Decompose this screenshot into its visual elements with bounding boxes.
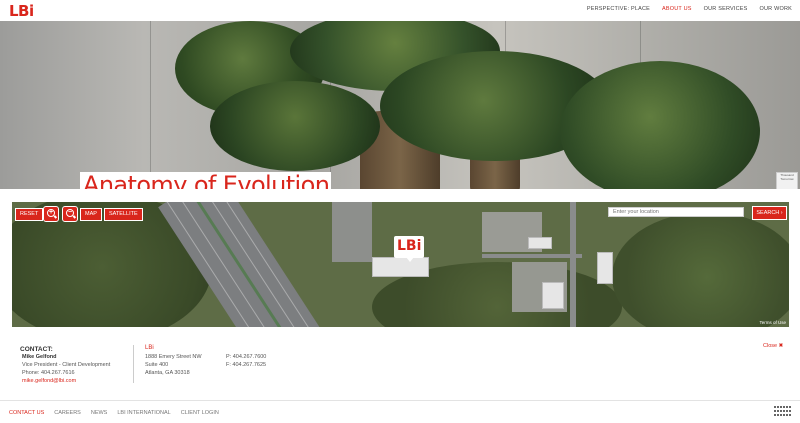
lbi-map-marker[interactable]: LBi — [394, 236, 424, 262]
satellite-view-button[interactable]: SATELLITE — [104, 208, 143, 221]
contact-divider — [133, 345, 134, 383]
nav-about-us[interactable]: ABOUT US — [662, 6, 692, 12]
address-line-2: Suite 400 — [145, 362, 169, 368]
search-button[interactable]: SEARCH › — [752, 206, 787, 220]
nav-our-work[interactable]: OUR WORK — [760, 6, 792, 12]
terms-of-use-link[interactable]: Terms of Use — [759, 320, 786, 325]
map-view-button[interactable]: MAP — [80, 208, 102, 221]
company-label: LBi — [145, 345, 154, 351]
satellite-map[interactable]: RESET + − MAP SATELLITE SEARCH › LBi Ter… — [12, 202, 789, 327]
site-header: LBi PERSPECTIVE: PLACE ABOUT US OUR SERV… — [0, 0, 800, 21]
hero-badge[interactable]: Thousand Tomorrow — [776, 172, 798, 189]
address-line-1: 1888 Emery Street NW — [145, 354, 202, 360]
reset-button[interactable]: RESET — [15, 208, 44, 221]
contact-phone: Phone: 404.267.7616 — [22, 370, 75, 376]
contact-title: Vice President - Client Development — [22, 362, 111, 368]
zoom-out-button[interactable]: − — [62, 206, 78, 222]
office-fax: F: 404.267.7625 — [226, 362, 267, 368]
footer-lbi-international[interactable]: LBI INTERNATIONAL — [117, 410, 170, 416]
nav-our-services[interactable]: OUR SERVICES — [704, 6, 748, 12]
footer-divider — [0, 400, 800, 401]
hero-title-box: Anatomy of Evolution — [80, 172, 331, 189]
contact-heading: CONTACT: — [20, 346, 53, 353]
location-search-input[interactable] — [608, 207, 744, 217]
contact-email-link[interactable]: mike.gelfond@lbi.com — [22, 378, 76, 384]
hero-image: Anatomy of Evolution Thousand Tomorrow — [0, 21, 800, 189]
contact-name: Mike Gelfond — [22, 354, 57, 360]
address-line-3: Atlanta, GA 30318 — [145, 370, 190, 376]
zoom-in-button[interactable]: + — [43, 206, 59, 222]
nav-perspective-place[interactable]: PERSPECTIVE: PLACE — [587, 6, 650, 12]
hero-title: Anatomy of Evolution — [83, 172, 330, 189]
footer-news[interactable]: NEWS — [91, 410, 108, 416]
lbi-logo[interactable]: LBi — [9, 2, 34, 20]
keyboard-icon[interactable] — [774, 406, 792, 417]
footer-careers[interactable]: CAREERS — [54, 410, 81, 416]
contact-panel: CONTACT: Mike Gelfond Vice President - C… — [0, 337, 800, 397]
footer-contact-us[interactable]: CONTACT US — [9, 410, 44, 416]
close-contact-button[interactable]: Close ✖ — [763, 343, 783, 349]
footer-nav: CONTACT US CAREERS NEWS LBI INTERNATIONA… — [9, 410, 219, 416]
marker-label: LBi — [397, 238, 422, 254]
hero-spacer — [0, 189, 800, 202]
top-nav: PERSPECTIVE: PLACE ABOUT US OUR SERVICES… — [587, 6, 792, 12]
footer-client-login[interactable]: CLIENT LOGIN — [181, 410, 219, 416]
office-phone: P: 404.267.7600 — [226, 354, 267, 360]
